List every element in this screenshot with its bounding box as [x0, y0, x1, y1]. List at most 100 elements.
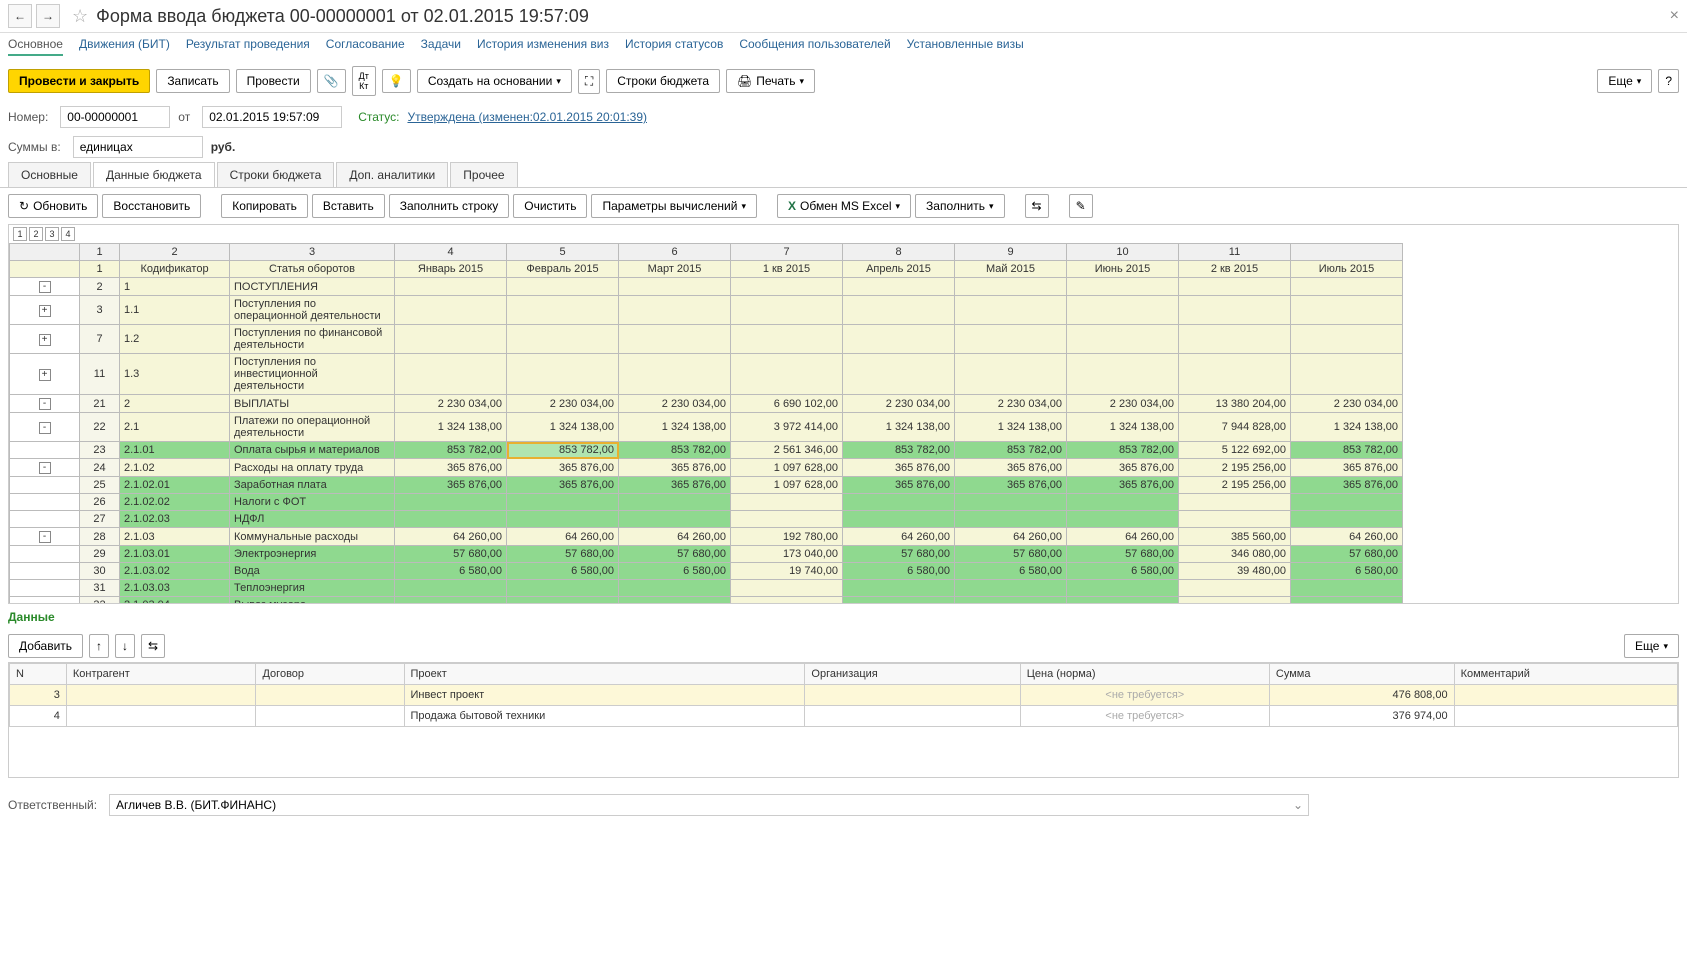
tree-toggle[interactable]: + [39, 305, 51, 317]
value-cell[interactable] [395, 325, 507, 354]
value-cell[interactable] [619, 597, 731, 604]
value-cell[interactable]: 2 230 034,00 [843, 395, 955, 413]
value-cell[interactable]: 57 680,00 [955, 546, 1067, 563]
code-cell[interactable]: 2.1.03 [120, 528, 230, 546]
value-cell[interactable]: 853 782,00 [843, 442, 955, 459]
value-cell[interactable]: 2 230 034,00 [619, 395, 731, 413]
value-cell[interactable] [395, 354, 507, 395]
help-button[interactable]: ? [1658, 69, 1679, 93]
value-cell[interactable]: 1 097 628,00 [731, 477, 843, 494]
clear-button[interactable]: Очистить [513, 194, 587, 218]
value-cell[interactable] [843, 278, 955, 296]
name-cell[interactable]: Вывоз мусора [230, 597, 395, 604]
code-cell[interactable]: 1 [120, 278, 230, 296]
value-cell[interactable]: 64 260,00 [619, 528, 731, 546]
value-cell[interactable]: 6 580,00 [619, 563, 731, 580]
level-4-button[interactable]: 4 [61, 227, 75, 241]
refresh-button[interactable]: ↻ Обновить [8, 194, 98, 218]
detail-cell[interactable]: <не требуется> [1020, 706, 1269, 727]
sub-tab-1[interactable]: Данные бюджета [93, 162, 215, 187]
pencil-icon[interactable]: ✎ [1069, 194, 1093, 218]
copy-button[interactable]: Копировать [221, 194, 308, 218]
value-cell[interactable] [395, 296, 507, 325]
name-cell[interactable]: Налоги с ФОТ [230, 494, 395, 511]
value-cell[interactable] [395, 278, 507, 296]
detail-cell[interactable] [66, 706, 256, 727]
value-cell[interactable]: 3 972 414,00 [731, 413, 843, 442]
value-cell[interactable] [1291, 296, 1403, 325]
value-cell[interactable] [619, 278, 731, 296]
value-cell[interactable] [619, 511, 731, 528]
value-cell[interactable] [395, 511, 507, 528]
name-cell[interactable]: Поступления по финансовой деятельности [230, 325, 395, 354]
value-cell[interactable] [1067, 580, 1179, 597]
detail-cell[interactable]: <не требуется> [1020, 685, 1269, 706]
value-cell[interactable]: 64 260,00 [1291, 528, 1403, 546]
restore-button[interactable]: Восстановить [102, 194, 201, 218]
value-cell[interactable] [1179, 580, 1291, 597]
budget-rows-button[interactable]: Строки бюджета [606, 69, 720, 93]
value-cell[interactable] [1067, 511, 1179, 528]
value-cell[interactable] [619, 354, 731, 395]
value-cell[interactable]: 365 876,00 [955, 459, 1067, 477]
code-cell[interactable]: 2.1.02 [120, 459, 230, 477]
value-cell[interactable]: 6 580,00 [507, 563, 619, 580]
value-cell[interactable] [1179, 494, 1291, 511]
value-cell[interactable]: 2 195 256,00 [1179, 459, 1291, 477]
code-cell[interactable]: 1.2 [120, 325, 230, 354]
value-cell[interactable] [1179, 597, 1291, 604]
code-cell[interactable]: 1.3 [120, 354, 230, 395]
name-cell[interactable]: Заработная плата [230, 477, 395, 494]
value-cell[interactable] [955, 494, 1067, 511]
sub-tab-0[interactable]: Основные [8, 162, 91, 187]
value-cell[interactable] [955, 354, 1067, 395]
lightbulb-icon[interactable]: 💡 [382, 69, 411, 93]
value-cell[interactable]: 173 040,00 [731, 546, 843, 563]
tree-toggle[interactable]: - [39, 422, 51, 434]
nav-tab-0[interactable]: Основное [8, 37, 63, 56]
value-cell[interactable] [843, 494, 955, 511]
value-cell[interactable] [1179, 354, 1291, 395]
detail-cell[interactable]: Инвест проект [404, 685, 805, 706]
detail-cell[interactable] [805, 706, 1020, 727]
value-cell[interactable] [731, 494, 843, 511]
name-cell[interactable]: ПОСТУПЛЕНИЯ [230, 278, 395, 296]
value-cell[interactable] [731, 511, 843, 528]
swap-icon[interactable]: ⇆ [1025, 194, 1049, 218]
value-cell[interactable]: 1 324 138,00 [843, 413, 955, 442]
more-button[interactable]: Еще ▾ [1597, 69, 1652, 93]
value-cell[interactable] [955, 597, 1067, 604]
code-cell[interactable]: 1.1 [120, 296, 230, 325]
name-cell[interactable]: Оплата сырья и материалов [230, 442, 395, 459]
value-cell[interactable]: 2 230 034,00 [1291, 395, 1403, 413]
value-cell[interactable]: 2 230 034,00 [955, 395, 1067, 413]
value-cell[interactable]: 2 230 034,00 [395, 395, 507, 413]
nav-tab-1[interactable]: Движения (БИТ) [79, 37, 170, 56]
detail-cell[interactable] [66, 685, 256, 706]
value-cell[interactable] [619, 296, 731, 325]
name-cell[interactable]: Электроэнергия [230, 546, 395, 563]
favorite-icon[interactable]: ☆ [72, 6, 88, 27]
value-cell[interactable]: 365 876,00 [395, 459, 507, 477]
value-cell[interactable] [731, 296, 843, 325]
value-cell[interactable]: 6 580,00 [955, 563, 1067, 580]
value-cell[interactable] [619, 494, 731, 511]
value-cell[interactable] [843, 511, 955, 528]
fill-row-button[interactable]: Заполнить строку [389, 194, 509, 218]
nav-tab-2[interactable]: Результат проведения [186, 37, 310, 56]
save-button[interactable]: Записать [156, 69, 229, 93]
value-cell[interactable]: 365 876,00 [1291, 459, 1403, 477]
value-cell[interactable] [1291, 278, 1403, 296]
value-cell[interactable]: 365 876,00 [1067, 459, 1179, 477]
value-cell[interactable] [843, 580, 955, 597]
name-cell[interactable]: Расходы на оплату труда [230, 459, 395, 477]
name-cell[interactable]: Платежи по операционной деятельности [230, 413, 395, 442]
value-cell[interactable]: 1 324 138,00 [1067, 413, 1179, 442]
expand-icon[interactable]: ⛶ [578, 69, 600, 94]
value-cell[interactable] [619, 325, 731, 354]
value-cell[interactable] [843, 354, 955, 395]
value-cell[interactable] [1067, 325, 1179, 354]
detail-cell[interactable]: 376 974,00 [1269, 706, 1454, 727]
value-cell[interactable]: 2 230 034,00 [1067, 395, 1179, 413]
dtkt-icon[interactable]: ДтКт [352, 66, 376, 96]
